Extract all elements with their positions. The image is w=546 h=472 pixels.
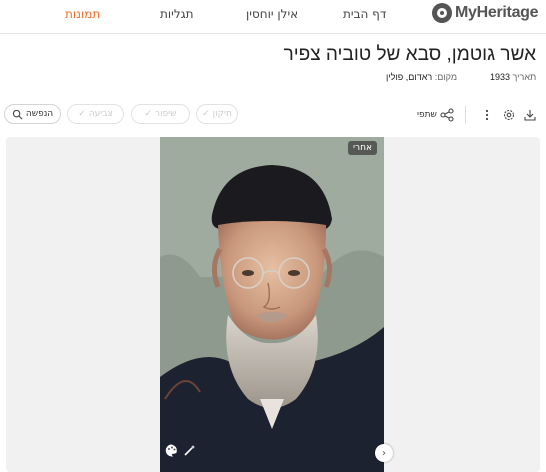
nav-discoveries[interactable]: תגליות — [160, 7, 194, 21]
myheritage-logo[interactable]: MyHeritage — [432, 2, 539, 24]
download-icon[interactable] — [523, 108, 537, 122]
date-label: תאריך — [512, 72, 537, 82]
magic-wand-icon[interactable] — [183, 444, 196, 457]
animate-icon — [12, 109, 23, 119]
check-icon: ✓ — [78, 109, 86, 119]
share-label[interactable]: שתפי — [417, 110, 437, 120]
animate-label: הנפשה — [25, 109, 54, 119]
place-label: מקום: — [434, 72, 458, 82]
photo-date: תאריך 1933 — [490, 72, 536, 82]
check-icon: ✓ — [202, 109, 210, 119]
settings-icon[interactable] — [502, 108, 516, 122]
palette-icon[interactable] — [165, 444, 178, 457]
colorized-portrait-photo[interactable] — [160, 137, 384, 472]
top-navigation: MyHeritage דף הבית אילן יוחסין תגליות תמ… — [0, 0, 546, 34]
repair-button[interactable]: תיקון ✓ — [196, 104, 238, 124]
photo-title: אשר גוטמן, סבא של טוביה צפיר — [283, 44, 536, 65]
repair-label: תיקון — [212, 109, 232, 119]
next-photo-button[interactable]: › — [375, 444, 393, 462]
more-icon[interactable] — [480, 108, 494, 122]
brand-name: MyHeritage — [455, 4, 539, 21]
colorize-label: צביעה — [88, 109, 113, 119]
photo-toolbar: הנפשה צביעה ✓ שיפור ✓ תיקון ✓ שתפי — [0, 104, 546, 128]
photo-place: מקום: ראדום, פולין — [386, 72, 457, 82]
nav-home[interactable]: דף הבית — [343, 7, 386, 21]
animate-button[interactable]: הנפשה — [4, 104, 61, 124]
myheritage-logo-icon — [432, 3, 452, 23]
place-value: ראדום, פולין — [386, 72, 433, 82]
share-icon[interactable] — [440, 108, 454, 122]
after-badge[interactable]: אחרי — [348, 141, 377, 155]
enhance-button[interactable]: שיפור ✓ — [131, 104, 190, 124]
nav-photos[interactable]: תמונות — [65, 7, 100, 21]
chevron-right-icon: › — [382, 447, 386, 459]
enhance-label: שיפור — [155, 109, 177, 119]
check-icon: ✓ — [144, 109, 152, 119]
nav-family-tree[interactable]: אילן יוחסין — [246, 7, 298, 21]
toolbar-divider — [465, 106, 466, 124]
colorize-button[interactable]: צביעה ✓ — [67, 104, 124, 124]
date-value: 1933 — [490, 72, 511, 82]
portrait-image — [160, 137, 384, 472]
photo-overlay-controls — [165, 444, 196, 457]
